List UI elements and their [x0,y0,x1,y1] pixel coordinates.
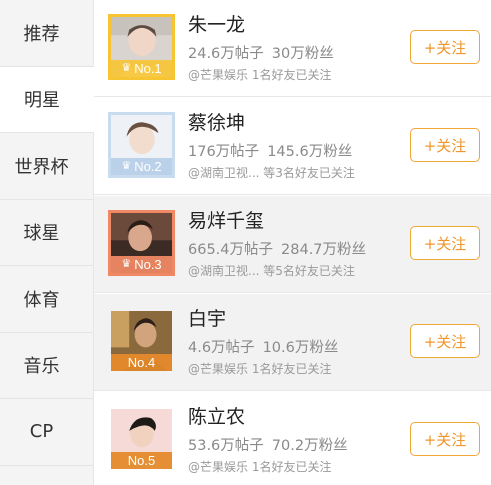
star-ranking-list: ♛ No.1 朱一龙 24.6万帖子 30万粉丝 @芒果娱乐 1名好友已关注 +关注… [94,0,491,485]
avatar[interactable]: No.4 [108,308,175,374]
post-count: 4.6万帖子 [188,340,255,356]
sidebar-item-stars[interactable]: 明星 [0,66,94,133]
friends-followed: @湖南卫视... 等3名好友已关注 [188,166,355,180]
friends-followed: @芒果娱乐 1名好友已关注 [188,362,332,376]
star-name[interactable]: 易烊千玺 [188,206,264,233]
star-name[interactable]: 蔡徐坤 [188,108,245,135]
rank-badge: No.4 [111,354,172,371]
post-count: 53.6万帖子 [188,438,264,454]
avatar[interactable]: ♛ No.2 [108,112,175,178]
sidebar-item-world-cup[interactable]: 世界杯 [0,133,93,200]
rank-badge: No.5 [111,452,172,469]
list-item[interactable]: No.4 白宇 4.6万帖子 10.6万粉丝 @芒果娱乐 1名好友已关注 +关注 [94,294,491,391]
friends-followed: @芒果娱乐 1名好友已关注 [188,460,332,474]
sidebar-item-sports[interactable]: 体育 [0,266,93,333]
fan-count: 70.2万粉丝 [271,438,348,454]
follow-button[interactable]: +关注 [410,30,480,64]
star-stats: 4.6万帖子 10.6万粉丝 [188,336,338,357]
sidebar-item-recommend[interactable]: 推荐 [0,0,93,67]
list-item[interactable]: ♛ No.2 蔡徐坤 176万帖子 145.6万粉丝 @湖南卫视... 等3名好友已… [94,98,491,195]
star-name[interactable]: 陈立农 [188,402,245,429]
post-count: 176万帖子 [188,144,260,160]
list-item[interactable]: No.5 陈立农 53.6万帖子 70.2万粉丝 @芒果娱乐 1名好友已关注 +关… [94,392,491,485]
fan-count: 284.7万粉丝 [281,242,367,258]
friends-followed: @芒果娱乐 1名好友已关注 [188,68,332,82]
sidebar-item-ball-stars[interactable]: 球星 [0,200,93,266]
sidebar-item-cp[interactable]: CP [0,399,93,466]
follow-button[interactable]: +关注 [410,128,480,162]
follow-button[interactable]: +关注 [410,324,480,358]
star-stats: 24.6万帖子 30万粉丝 [188,42,334,63]
post-count: 665.4万帖子 [188,242,274,258]
rank-badge: ♛ No.3 [111,256,172,273]
star-stats: 176万帖子 145.6万粉丝 [188,140,352,161]
star-stats: 53.6万帖子 70.2万粉丝 [188,434,348,455]
fan-count: 30万粉丝 [271,46,334,62]
sidebar-item-music[interactable]: 音乐 [0,333,93,399]
avatar[interactable]: ♛ No.1 [108,14,175,80]
rank-badge: ♛ No.1 [111,60,172,77]
fan-count: 10.6万粉丝 [262,340,339,356]
star-name[interactable]: 朱一龙 [188,10,245,37]
follow-button[interactable]: +关注 [410,422,480,456]
list-item[interactable]: ♛ No.1 朱一龙 24.6万帖子 30万粉丝 @芒果娱乐 1名好友已关注 +关注 [94,0,491,97]
avatar[interactable]: No.5 [108,406,175,472]
crown-icon: ♛ [121,62,132,74]
follow-button[interactable]: +关注 [410,226,480,260]
star-name[interactable]: 白宇 [188,304,226,331]
fan-count: 145.6万粉丝 [267,144,353,160]
post-count: 24.6万帖子 [188,46,264,62]
star-stats: 665.4万帖子 284.7万粉丝 [188,238,366,259]
avatar[interactable]: ♛ No.3 [108,210,175,276]
crown-icon: ♛ [121,160,132,172]
friends-followed: @湖南卫视... 等5名好友已关注 [188,264,355,278]
list-item[interactable]: ♛ No.3 易烊千玺 665.4万帖子 284.7万粉丝 @湖南卫视... 等5名… [94,196,491,293]
rank-badge: ♛ No.2 [111,158,172,175]
crown-icon: ♛ [121,258,132,270]
category-sidebar: 推荐 明星 世界杯 球星 体育 音乐 CP [0,0,94,485]
